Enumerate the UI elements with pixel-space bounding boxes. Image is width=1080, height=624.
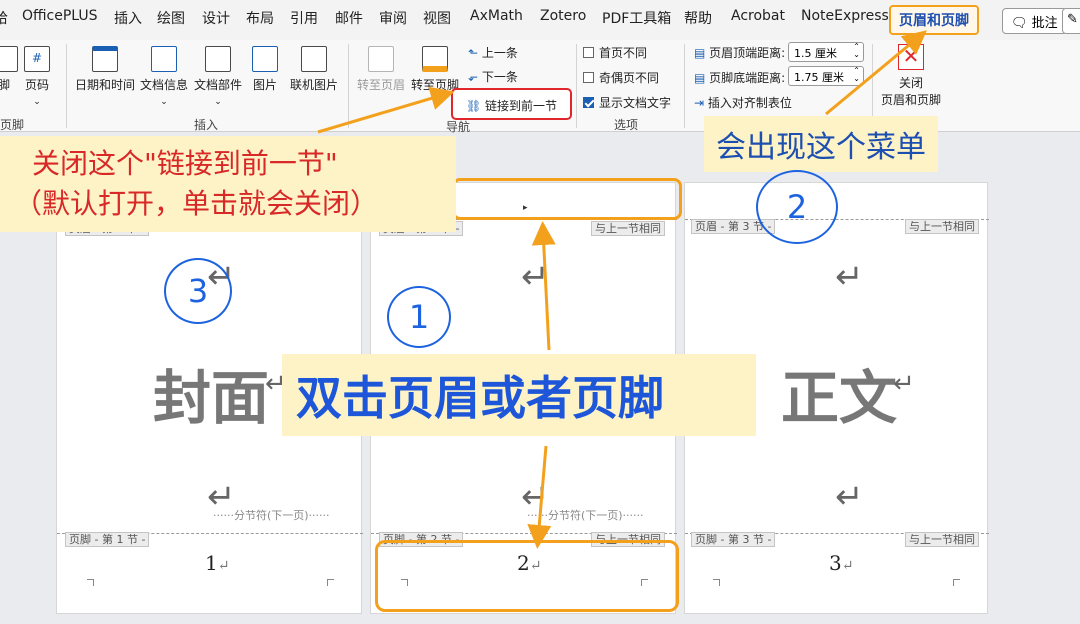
annotation-arrows	[317, 30, 927, 549]
step-1-circle: 1	[387, 286, 451, 348]
note-double-click: 双击页眉或者页脚	[282, 354, 756, 436]
arrow-to-tab	[825, 30, 927, 116]
arrow-to-footer	[527, 445, 552, 549]
arrow-to-link-button	[317, 86, 455, 134]
arrow-to-header	[531, 221, 556, 351]
note-menu-appears: 会出现这个菜单	[704, 116, 938, 172]
step-2-circle: 2	[756, 170, 838, 244]
step-3-circle: 3	[164, 258, 232, 324]
note-close-link: 关闭这个"链接到前一节" （默认打开，单击就会关闭）	[0, 136, 456, 232]
